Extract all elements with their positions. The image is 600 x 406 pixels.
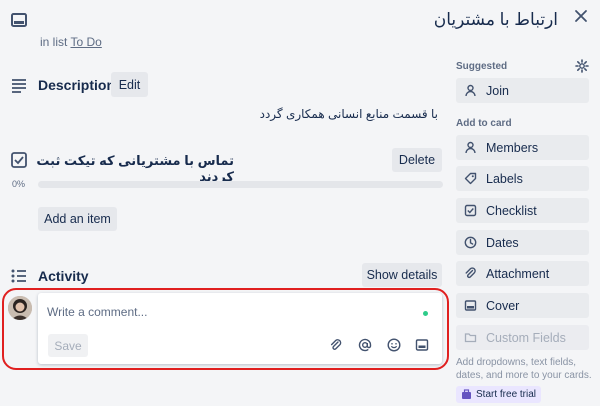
in-list-prefix: in list — [40, 35, 68, 49]
description-heading: Description — [38, 77, 116, 93]
person-icon — [465, 141, 476, 154]
labels-button[interactable]: Labels — [456, 166, 589, 191]
list-link[interactable]: To Do — [70, 35, 101, 49]
start-free-trial-button[interactable]: Start free trial — [456, 386, 542, 403]
checklist-progress-percent: 0% — [12, 179, 26, 189]
suggested-label: Suggested — [456, 61, 508, 72]
checkbox-icon — [464, 204, 477, 217]
gear-icon[interactable] — [575, 59, 589, 73]
join-label: Join — [486, 83, 509, 98]
labels-label: Labels — [486, 171, 523, 186]
description-text[interactable]: با قسمت منابع انسانی همکاری گردد — [260, 107, 438, 121]
comment-composer: Save — [38, 293, 442, 364]
folder-icon — [464, 333, 477, 343]
close-icon[interactable] — [570, 5, 592, 27]
custom-fields-label: Custom Fields — [486, 330, 566, 345]
description-icon — [10, 76, 28, 94]
dates-button[interactable]: Dates — [456, 230, 589, 255]
checklist-label: Checklist — [486, 203, 537, 218]
cover-label: Cover — [486, 298, 520, 313]
join-button[interactable]: Join — [456, 78, 589, 103]
dates-label: Dates — [486, 235, 519, 250]
emoji-icon[interactable] — [387, 338, 401, 352]
custom-fields-button[interactable]: Custom Fields — [456, 325, 589, 350]
add-to-card-label: Add to card — [456, 118, 512, 129]
card-icon[interactable] — [415, 338, 429, 352]
cover-icon — [464, 300, 477, 311]
list-breadcrumb: in list To Do — [40, 35, 102, 49]
mention-icon[interactable] — [358, 338, 372, 352]
attachment-button[interactable]: Attachment — [456, 261, 589, 286]
checklist-button[interactable]: Checklist — [456, 198, 589, 223]
tag-icon — [464, 172, 477, 185]
activity-heading: Activity — [38, 268, 89, 284]
description-edit-button[interactable]: Edit — [111, 72, 148, 97]
status-dot — [423, 311, 428, 316]
add-item-button[interactable]: Add an item — [38, 207, 117, 231]
avatar[interactable] — [8, 296, 32, 320]
card-icon — [10, 12, 28, 28]
members-button[interactable]: Members — [456, 135, 589, 160]
attachment-label: Attachment — [486, 266, 550, 281]
checklist-progress-bar — [38, 181, 443, 188]
comment-input[interactable] — [47, 302, 417, 322]
person-icon — [465, 84, 476, 97]
attachment-icon[interactable] — [329, 338, 343, 352]
cover-button[interactable]: Cover — [456, 293, 589, 318]
card-title[interactable]: ارتباط با مشتریان — [434, 10, 558, 30]
checklist-delete-button[interactable]: Delete — [392, 148, 442, 172]
upgrade-note: Add dropdowns, text fields, dates, and m… — [456, 357, 592, 381]
activity-icon — [10, 267, 28, 285]
members-label: Members — [486, 140, 539, 155]
start-free-trial-label: Start free trial — [476, 389, 537, 400]
comment-save-button[interactable]: Save — [48, 334, 88, 357]
briefcase-icon — [462, 389, 471, 399]
show-details-button[interactable]: Show details — [362, 263, 442, 287]
paperclip-icon — [465, 267, 476, 279]
clock-icon — [464, 236, 477, 249]
